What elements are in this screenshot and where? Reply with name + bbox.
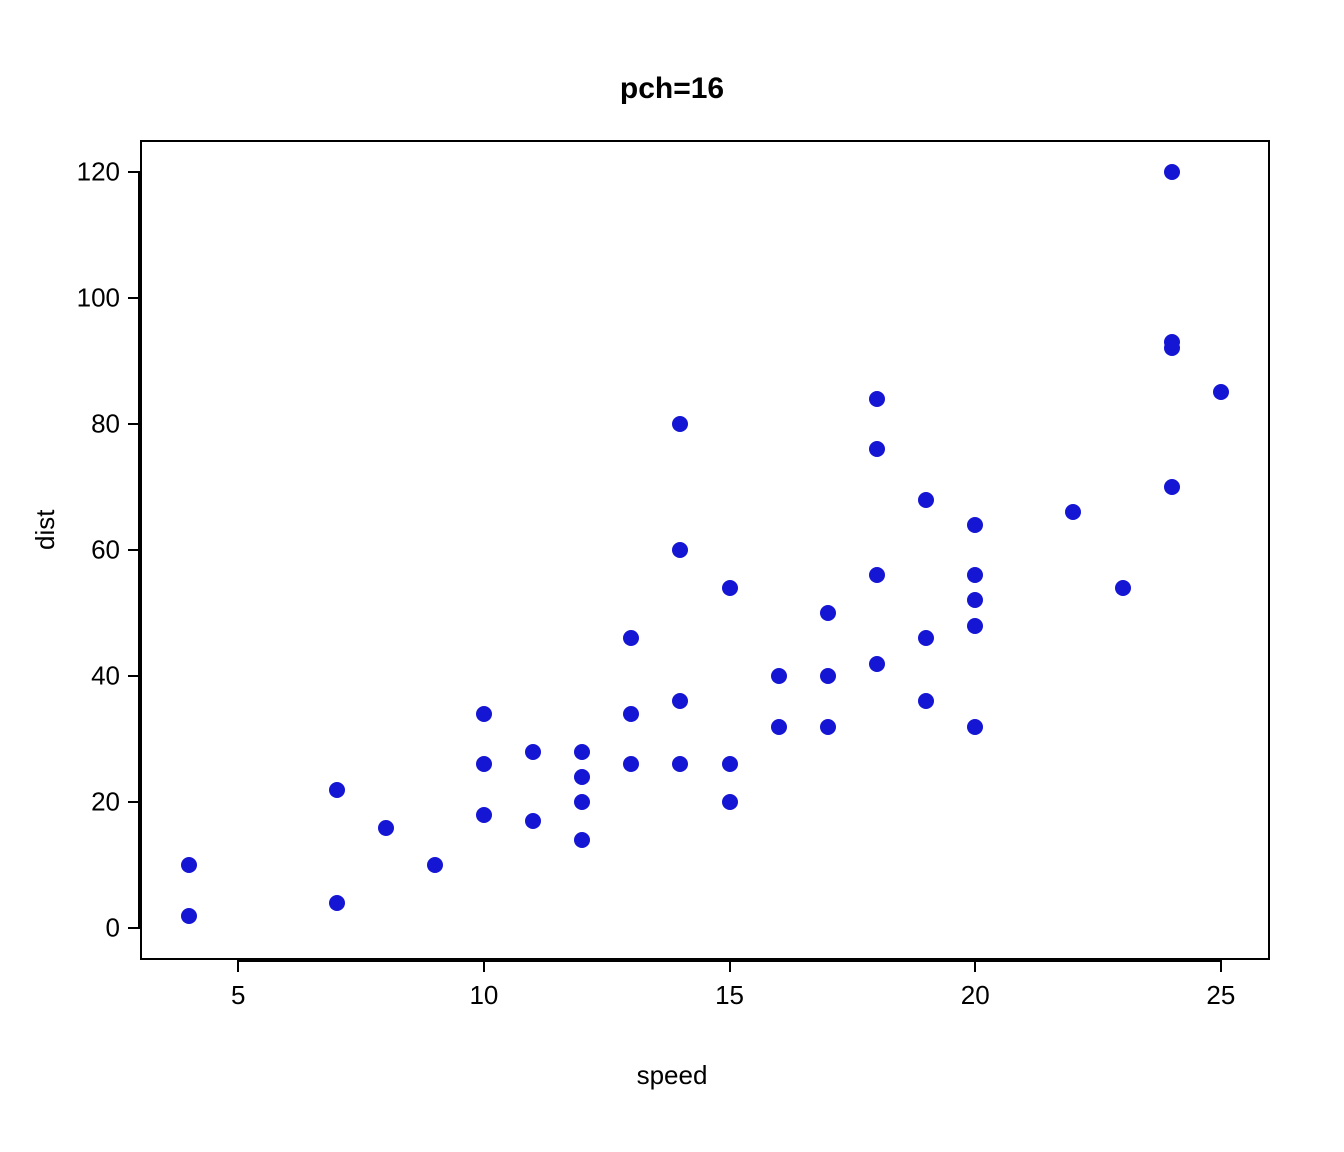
data-point [1115, 580, 1131, 596]
data-point [820, 605, 836, 621]
data-point [329, 895, 345, 911]
y-tick-label: 0 [70, 913, 120, 944]
y-tick [128, 801, 140, 803]
y-tick-label: 120 [70, 156, 120, 187]
data-point [869, 391, 885, 407]
data-point [476, 807, 492, 823]
data-point [918, 630, 934, 646]
data-point [623, 630, 639, 646]
x-tick-label: 15 [715, 980, 744, 1011]
data-point [672, 756, 688, 772]
data-point [672, 416, 688, 432]
data-point [378, 820, 394, 836]
data-point [918, 492, 934, 508]
y-axis-label: dist [30, 510, 61, 550]
data-point [1213, 384, 1229, 400]
y-tick-label: 100 [70, 282, 120, 313]
x-tick [729, 960, 731, 972]
data-point [623, 706, 639, 722]
x-tick [1220, 960, 1222, 972]
data-point [329, 782, 345, 798]
data-point [476, 706, 492, 722]
x-tick [237, 960, 239, 972]
data-point [181, 908, 197, 924]
data-point [1065, 504, 1081, 520]
data-point [722, 580, 738, 596]
y-tick-label: 20 [70, 787, 120, 818]
data-point [1164, 479, 1180, 495]
data-point [574, 769, 590, 785]
x-tick [483, 960, 485, 972]
data-point [1164, 334, 1180, 350]
y-tick [128, 675, 140, 677]
data-point [967, 567, 983, 583]
data-point [771, 719, 787, 735]
data-point [1164, 164, 1180, 180]
data-point [869, 441, 885, 457]
data-point [574, 832, 590, 848]
chart-container: pch=16 dist speed 5 10 15 20 25 0 20 40 60 80 100 1… [0, 0, 1344, 1152]
data-point [525, 813, 541, 829]
x-tick-label: 5 [231, 980, 245, 1011]
data-point [476, 756, 492, 772]
data-point [869, 567, 885, 583]
y-tick [128, 927, 140, 929]
y-tick [128, 171, 140, 173]
data-point [967, 719, 983, 735]
plot-frame [140, 140, 1270, 960]
data-point [869, 656, 885, 672]
data-point [722, 756, 738, 772]
data-point [967, 592, 983, 608]
y-tick-label: 40 [70, 661, 120, 692]
data-point [574, 744, 590, 760]
x-axis-label: speed [0, 1060, 1344, 1091]
data-point [820, 668, 836, 684]
x-tick-label: 10 [469, 980, 498, 1011]
x-tick-label: 25 [1206, 980, 1235, 1011]
data-point [525, 744, 541, 760]
y-tick [128, 423, 140, 425]
y-tick [128, 549, 140, 551]
y-tick-label: 80 [70, 408, 120, 439]
data-point [820, 719, 836, 735]
data-point [574, 794, 590, 810]
data-point [967, 517, 983, 533]
y-tick [128, 297, 140, 299]
x-tick [974, 960, 976, 972]
y-tick-label: 60 [70, 535, 120, 566]
data-point [672, 693, 688, 709]
data-point [672, 542, 688, 558]
data-point [967, 618, 983, 634]
data-point [918, 693, 934, 709]
chart-title: pch=16 [0, 72, 1344, 106]
data-point [771, 668, 787, 684]
data-point [623, 756, 639, 772]
data-point [722, 794, 738, 810]
data-point [427, 857, 443, 873]
data-point [181, 857, 197, 873]
x-tick-label: 20 [961, 980, 990, 1011]
